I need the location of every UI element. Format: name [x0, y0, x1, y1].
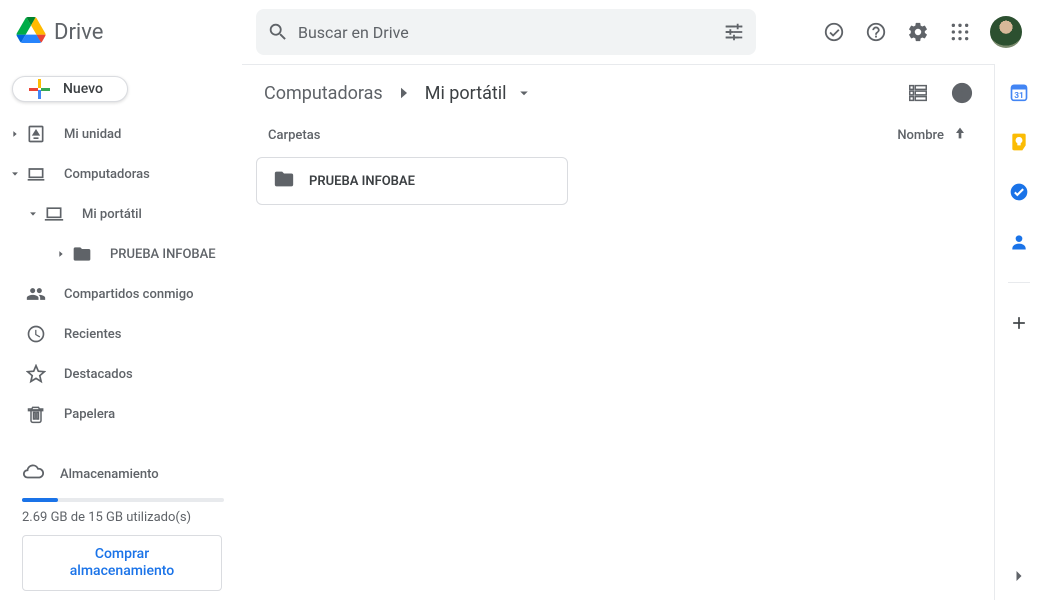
sidebar-item-shared[interactable]: Compartidos conmigo [0, 274, 232, 314]
sidebar-item-my-laptop[interactable]: Mi portátil [0, 194, 232, 234]
list-view-icon[interactable] [906, 81, 930, 105]
main-content: Computadoras Mi portátil Carpetas Nombre [242, 64, 994, 600]
chevron-right-icon [395, 84, 413, 102]
header: Drive [0, 0, 1042, 64]
star-icon [24, 362, 48, 386]
calendar-icon[interactable]: 31 [1009, 82, 1029, 102]
settings-gear-icon[interactable] [906, 20, 930, 44]
drive-logo-icon [16, 17, 46, 47]
search-input[interactable] [290, 23, 722, 42]
view-details-icon[interactable] [950, 81, 974, 105]
expand-arrow-icon[interactable] [54, 249, 68, 259]
sort-control[interactable]: Nombre [897, 125, 968, 145]
contacts-icon[interactable] [1009, 232, 1029, 252]
search-bar [256, 9, 756, 55]
sort-arrow-up-icon [952, 125, 968, 145]
section-title: Carpetas [268, 128, 320, 143]
breadcrumb-bar: Computadoras Mi portátil [242, 65, 994, 121]
recent-icon [24, 322, 48, 346]
sidebar-item-recent[interactable]: Recientes [0, 314, 232, 354]
plus-icon [27, 77, 51, 101]
hide-side-panel-icon[interactable] [1007, 564, 1031, 588]
tasks-icon[interactable] [1009, 182, 1029, 202]
sidebar-item-label: Recientes [64, 327, 232, 342]
folder-name: PRUEBA INFOBAE [309, 174, 415, 189]
svg-text:31: 31 [1014, 91, 1024, 101]
buy-storage-label-1: Comprar [23, 546, 221, 563]
storage-used-text: 2.69 GB de 15 GB utilizado(s) [22, 510, 224, 525]
account-avatar[interactable] [990, 16, 1022, 48]
sidebar-item-label: Almacenamiento [60, 467, 159, 482]
side-panel: 31 [994, 64, 1042, 600]
sidebar-item-label: PRUEBA INFOBAE [110, 247, 232, 262]
breadcrumb-dropdown-icon[interactable] [515, 84, 533, 102]
storage-bar [22, 498, 224, 502]
sidebar-item-label: Compartidos conmigo [64, 287, 232, 302]
sidebar-item-starred[interactable]: Destacados [0, 354, 232, 394]
folder-icon [70, 242, 94, 266]
apps-grid-icon[interactable] [948, 20, 972, 44]
brand-name: Drive [54, 20, 103, 45]
folder-card[interactable]: PRUEBA INFOBAE [256, 157, 568, 205]
new-button-label: Nuevo [63, 81, 103, 97]
sidebar-item-storage[interactable]: Almacenamiento [22, 454, 224, 494]
expand-arrow-icon[interactable] [8, 129, 22, 139]
sidebar-item-label: Papelera [64, 407, 232, 422]
collapse-arrow-icon[interactable] [8, 169, 22, 179]
search-icon[interactable] [266, 20, 290, 44]
sidebar-item-label: Mi portátil [82, 207, 232, 222]
computers-icon [24, 162, 48, 186]
header-actions [822, 16, 1034, 48]
new-button[interactable]: Nuevo [12, 76, 128, 102]
brand[interactable]: Drive [16, 17, 256, 47]
buy-storage-label-2: almacenamiento [23, 563, 221, 580]
search-options-icon[interactable] [722, 20, 746, 44]
sidebar-item-label: Mi unidad [64, 127, 232, 142]
buy-storage-button[interactable]: Comprar almacenamiento [22, 535, 222, 591]
laptop-icon [42, 202, 66, 226]
sidebar: Nuevo Mi unidad Computadoras Mi portátil [0, 64, 242, 600]
folder-icon [273, 168, 295, 194]
shared-icon [24, 282, 48, 306]
sidebar-item-folder-test[interactable]: PRUEBA INFOBAE [0, 234, 232, 274]
sidebar-item-trash[interactable]: Papelera [0, 394, 232, 434]
sidebar-item-my-drive[interactable]: Mi unidad [0, 114, 232, 154]
section-header: Carpetas Nombre [242, 121, 994, 157]
add-addon-icon[interactable] [1009, 313, 1029, 333]
trash-icon [24, 402, 48, 426]
sidebar-item-computers[interactable]: Computadoras [0, 154, 232, 194]
help-icon[interactable] [864, 20, 888, 44]
sort-label: Nombre [897, 128, 944, 143]
my-drive-icon [24, 122, 48, 146]
sidebar-item-label: Computadoras [64, 167, 232, 182]
breadcrumb-root[interactable]: Computadoras [262, 79, 385, 108]
sidebar-item-label: Destacados [64, 367, 232, 382]
offline-ready-icon[interactable] [822, 20, 846, 44]
cloud-icon [22, 461, 44, 487]
breadcrumb-current[interactable]: Mi portátil [423, 79, 509, 108]
keep-icon[interactable] [1009, 132, 1029, 152]
collapse-arrow-icon[interactable] [26, 209, 40, 219]
